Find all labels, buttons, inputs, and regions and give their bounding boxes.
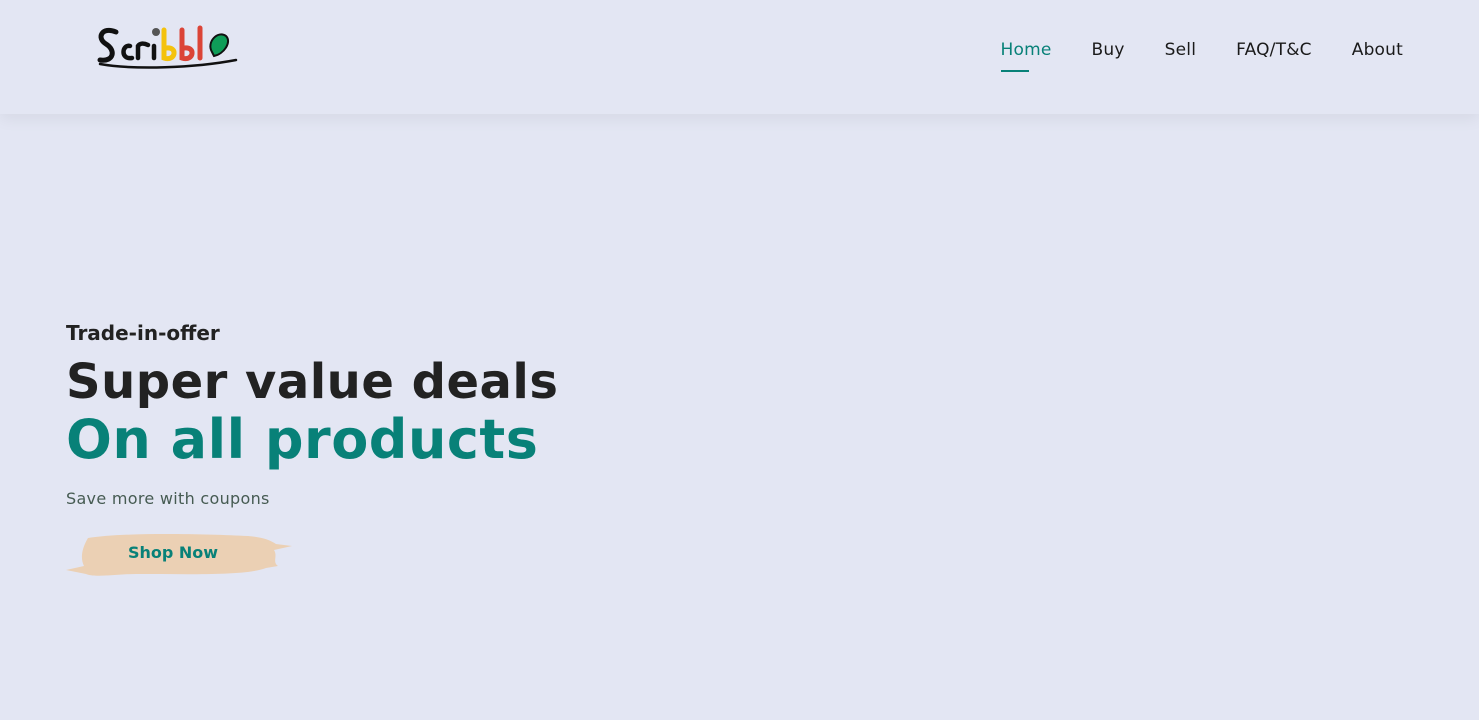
nav-faq-link[interactable]: FAQ/T&C (1236, 40, 1312, 60)
shop-now-button[interactable]: Shop Now (66, 530, 296, 580)
hero-kicker: Trade-in-offer (66, 321, 220, 345)
hero-title: Super value deals (66, 354, 559, 410)
nav-sell-link[interactable]: Sell (1165, 40, 1197, 60)
shop-now-label: Shop Now (127, 543, 219, 562)
nav-about-link[interactable]: About (1352, 40, 1403, 60)
site-header: Home Buy Sell FAQ/T&C About (0, 0, 1479, 114)
hero-highlight: On all products (66, 408, 539, 471)
nav-home-link[interactable]: Home (1000, 40, 1052, 72)
hero-section: Trade-in-offer Super value deals On all … (66, 318, 558, 510)
scribble-logo-icon (97, 25, 238, 69)
main-nav: Home Buy Sell FAQ/T&C About (1000, 40, 1403, 72)
nav-buy-link[interactable]: Buy (1092, 40, 1125, 60)
hero-subtitle: Save more with coupons (66, 489, 270, 508)
scribble-logo[interactable] (94, 20, 239, 72)
